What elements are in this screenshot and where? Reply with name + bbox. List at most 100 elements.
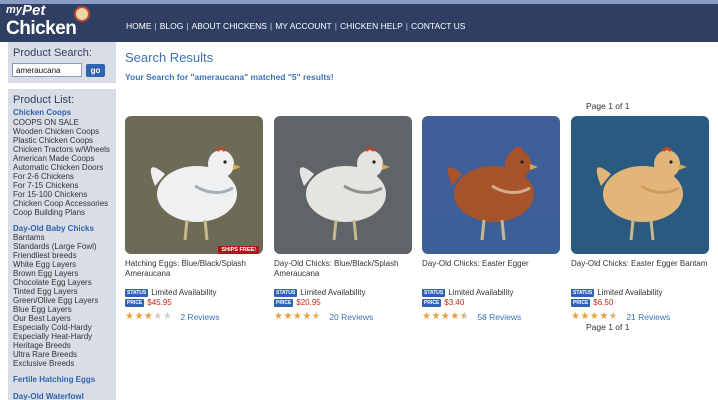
price-value: $3.40	[444, 298, 465, 307]
category-link[interactable]: For 2-6 Chickens	[8, 172, 116, 181]
logo-pet: Pet	[22, 2, 46, 19]
price-value: $45.95	[147, 298, 172, 307]
site-logo[interactable]: my Pet Chicken	[6, 2, 94, 44]
main-nav: HOME | BLOG | ABOUT CHICKENS | MY ACCOUN…	[126, 21, 465, 31]
category-link[interactable]: Plastic Chicken Coops	[8, 136, 116, 145]
category-heading[interactable]: Fertile Hatching Eggs	[8, 375, 116, 385]
nav-separator: |	[186, 21, 189, 31]
search-summary: Your Search for "ameraucana" matched "5"…	[125, 72, 334, 82]
price-row: PRICE $45.95	[125, 298, 263, 307]
price-badge: PRICE	[571, 298, 591, 307]
product-image[interactable]	[422, 116, 560, 254]
product-name[interactable]: Hatching Eggs: Blue/Black/Splash Amerauc…	[125, 259, 263, 287]
status-row: STATUS Limited Availability	[571, 288, 709, 297]
nav-blog[interactable]: BLOG	[160, 21, 184, 31]
product-card: Day-Old Chicks: Blue/Black/Splash Amerau…	[274, 116, 412, 322]
category-link[interactable]: Heritage Breeds	[8, 341, 116, 350]
price-badge: PRICE	[274, 298, 294, 307]
category-link[interactable]: COOPS ON SALE	[8, 118, 116, 127]
chicken-photo	[274, 116, 412, 254]
product-search-title: Product Search:	[13, 47, 92, 59]
category-link[interactable]: Bantams	[8, 233, 116, 242]
category-link[interactable]: Especially Heat-Hardy	[8, 332, 116, 341]
search-input[interactable]	[12, 63, 82, 77]
chicken-photo	[125, 116, 263, 254]
category-link[interactable]: American Made Coops	[8, 154, 116, 163]
nav-separator: |	[405, 21, 408, 31]
category-link[interactable]: Especially Cold-Hardy	[8, 323, 116, 332]
price-row: PRICE $6.50	[571, 298, 709, 307]
category-link[interactable]: Green/Olive Egg Layers	[8, 296, 116, 305]
category-link[interactable]: Ultra Rare Breeds	[8, 350, 116, 359]
nav-separator: |	[334, 21, 337, 31]
category-link[interactable]: Wooden Chicken Coops	[8, 127, 116, 136]
category-link[interactable]: Friendliest breeds	[8, 251, 116, 260]
category-heading[interactable]: Chicken Coops	[8, 108, 116, 118]
status-badge: STATUS	[274, 288, 298, 297]
chicken-photo	[422, 116, 560, 254]
logo-my: my	[6, 4, 22, 16]
category-link[interactable]: Tinted Egg Layers	[8, 287, 116, 296]
reviews-link[interactable]: 20 Reviews	[329, 312, 373, 322]
category-link[interactable]: Brown Egg Layers	[8, 269, 116, 278]
status-badge: STATUS	[571, 288, 595, 297]
price-row: PRICE $20.95	[274, 298, 412, 307]
rating-row: ★★★★★ 58 Reviews	[422, 311, 560, 322]
nav-separator: |	[269, 21, 273, 31]
rating-row: ★★★★★ 20 Reviews	[274, 311, 412, 322]
category-heading[interactable]: Day-Old Waterfowl	[8, 392, 116, 400]
star-rating-icon: ★★★★★	[422, 311, 470, 322]
status-row: STATUS Limited Availability	[422, 288, 560, 297]
sidebar: Product Search: go Product List: Chicken…	[8, 42, 116, 400]
price-value: $6.50	[593, 298, 614, 307]
category-link[interactable]: Chicken Tractors w/Wheels	[8, 145, 116, 154]
star-rating-icon: ★★★★★	[274, 311, 322, 322]
nav-contact-us[interactable]: CONTACT US	[411, 21, 465, 31]
nav-my-account[interactable]: MY ACCOUNT	[275, 21, 332, 31]
status-badge: STATUS	[422, 288, 446, 297]
category-heading[interactable]: Day-Old Baby Chicks	[8, 224, 116, 234]
product-image[interactable]	[571, 116, 709, 254]
category-link[interactable]: For 7-15 Chickens	[8, 181, 116, 190]
category-link[interactable]: Automatic Chicken Doors	[8, 163, 116, 172]
category-link[interactable]: Standards (Large Fowl)	[8, 242, 116, 251]
page-title: Search Results	[125, 50, 214, 65]
category-link[interactable]: Our Best Layers	[8, 314, 116, 323]
availability-text: Limited Availability	[300, 288, 366, 297]
product-image[interactable]: SHIPS FREE!	[125, 116, 263, 254]
status-badge: STATUS	[125, 288, 149, 297]
pagination-top: Page 1 of 1	[586, 101, 630, 111]
price-badge: PRICE	[422, 298, 442, 307]
price-badge: PRICE	[125, 298, 145, 307]
reviews-link[interactable]: 2 Reviews	[180, 312, 219, 322]
status-row: STATUS Limited Availability	[125, 288, 263, 297]
category-link[interactable]: Chocolate Egg Layers	[8, 278, 116, 287]
category-link[interactable]: Chicken Coop Accessories	[8, 199, 116, 208]
reviews-link[interactable]: 21 Reviews	[626, 312, 670, 322]
category-link[interactable]: White Egg Layers	[8, 260, 116, 269]
category-link[interactable]: Blue Egg Layers	[8, 305, 116, 314]
nav-home[interactable]: HOME	[126, 21, 152, 31]
product-card: Day-Old Chicks: Easter Egger STATUS Limite…	[422, 116, 560, 322]
rating-row: ★★★★★ 21 Reviews	[571, 311, 709, 322]
ships-free-badge: SHIPS FREE!	[218, 246, 259, 254]
product-name[interactable]: Day-Old Chicks: Easter Egger	[422, 259, 560, 287]
category-link[interactable]: Exclusive Breeds	[8, 359, 116, 368]
availability-text: Limited Availability	[448, 288, 514, 297]
star-rating-icon: ★★★★★	[571, 311, 619, 322]
category-list: Chicken Coops COOPS ON SALE Wooden Chicken…	[8, 108, 116, 400]
category-link[interactable]: For 15-100 Chickens	[8, 190, 116, 199]
nav-chicken-help[interactable]: CHICKEN HELP	[340, 21, 403, 31]
product-image[interactable]	[274, 116, 412, 254]
reviews-link[interactable]: 58 Reviews	[477, 312, 521, 322]
rating-row: ★★★★★ 2 Reviews	[125, 311, 263, 322]
product-name[interactable]: Day-Old Chicks: Blue/Black/Splash Amerau…	[274, 259, 412, 287]
category-link[interactable]: Coop Building Plans	[8, 208, 116, 217]
product-card: SHIPS FREE! Hatching Eggs: Blue/Black/Spl…	[125, 116, 263, 322]
availability-text: Limited Availability	[597, 288, 663, 297]
product-name[interactable]: Day-Old Chicks: Easter Egger Bantam	[571, 259, 709, 287]
product-list-title: Product List:	[13, 94, 75, 106]
nav-about-chickens[interactable]: ABOUT CHICKENS	[192, 21, 267, 31]
logo-chicken: Chicken	[6, 18, 77, 39]
go-button[interactable]: go	[86, 63, 105, 77]
